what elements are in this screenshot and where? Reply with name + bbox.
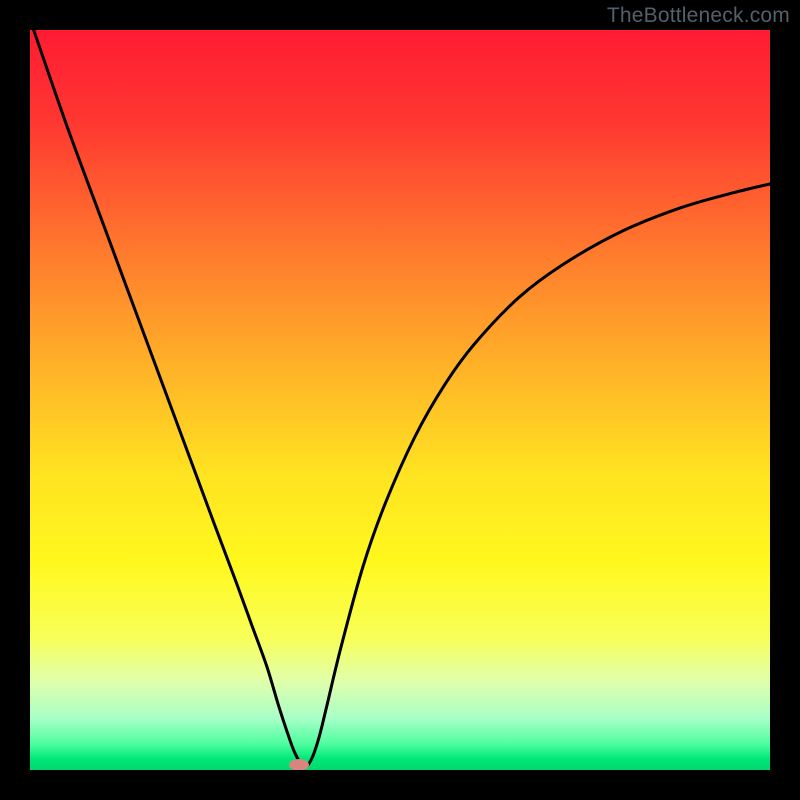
curve-layer [30, 30, 770, 770]
chart-frame: TheBottleneck.com [0, 0, 800, 800]
plot-area [30, 30, 770, 770]
bottleneck-curve [34, 30, 770, 767]
watermark-text: TheBottleneck.com [607, 4, 790, 28]
optimum-marker [289, 759, 309, 770]
